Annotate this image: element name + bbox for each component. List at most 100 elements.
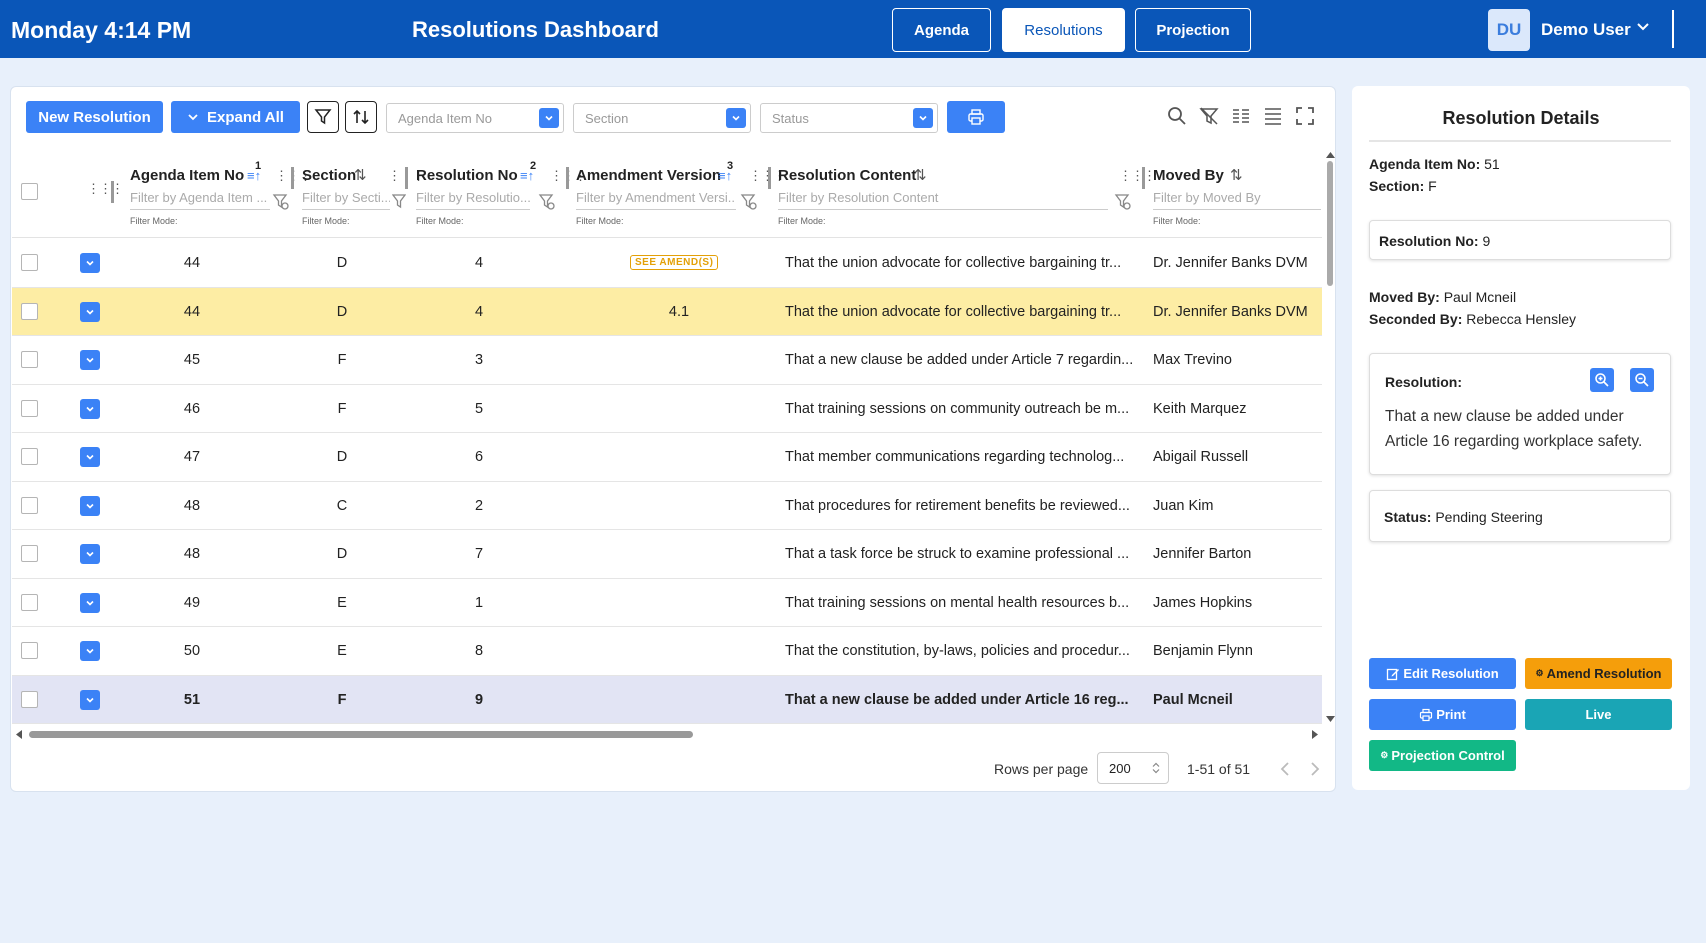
scroll-right-icon[interactable] <box>1311 730 1319 739</box>
new-resolution-button[interactable]: New Resolution <box>26 101 163 133</box>
fullscreen-icon[interactable] <box>1294 105 1316 127</box>
filter-mode-icon[interactable] <box>272 193 290 211</box>
rows-per-page-select[interactable]: 200 <box>1097 752 1169 784</box>
zoom-in-button[interactable] <box>1590 368 1614 392</box>
sort-icon[interactable]: ⇅ <box>354 166 367 184</box>
expand-row-button[interactable] <box>80 301 100 322</box>
row-checkbox[interactable] <box>21 642 38 659</box>
column-header-moved-by[interactable]: Moved By ⇅ Filter by Moved By Filter Mod… <box>1153 148 1321 238</box>
row-checkbox[interactable] <box>21 351 38 368</box>
column-header-amendment-version[interactable]: Amendment Version ≡↑ 3 ⋮⋮⋮ Filter by Ame… <box>576 148 786 238</box>
filter-mode-icon[interactable] <box>1114 193 1132 211</box>
nav-projection-button[interactable]: Projection <box>1135 8 1251 52</box>
table-row[interactable]: 48 D 7 That a task force be struck to exami… <box>12 530 1322 579</box>
column-divider[interactable] <box>768 167 771 189</box>
row-checkbox[interactable] <box>21 254 38 271</box>
table-row[interactable]: 45 F 3 That a new clause be added under Art… <box>12 336 1322 385</box>
expand-row-button[interactable] <box>80 253 100 273</box>
grip-icon[interactable]: ⋮⋮⋮ <box>87 181 124 197</box>
print-resolution-button[interactable]: Print <box>1369 699 1516 730</box>
filter-mode-icon[interactable] <box>392 193 406 211</box>
filter-mode-icon[interactable] <box>538 193 556 211</box>
scroll-up-icon[interactable] <box>1326 151 1335 159</box>
columns-icon[interactable] <box>1230 105 1252 127</box>
search-icon[interactable] <box>1166 105 1188 127</box>
see-amendments-badge[interactable]: SEE AMEND(S) <box>630 255 719 270</box>
column-header-section[interactable]: Section ⇅ ⋮⋮⋮ Filter by Secti... Filter … <box>302 148 425 238</box>
column-divider[interactable] <box>291 167 294 189</box>
resolution-text: That a new clause be added under Article… <box>1385 408 1643 450</box>
edit-resolution-button[interactable]: Edit Resolution <box>1369 658 1516 689</box>
scroll-down-icon[interactable] <box>1326 715 1335 723</box>
column-label: Resolution No <box>416 167 518 184</box>
sort-toggle-button[interactable] <box>345 101 377 133</box>
projection-control-button[interactable]: ⚙ Projection Control <box>1369 740 1516 771</box>
row-checkbox[interactable] <box>21 302 38 320</box>
clear-filters-icon[interactable] <box>1198 105 1220 127</box>
scroll-thumb[interactable] <box>29 731 693 738</box>
expand-row-button[interactable] <box>80 689 100 710</box>
filter-agenda-input[interactable]: Filter by Agenda Item ... <box>130 190 270 210</box>
filter-section-input[interactable]: Filter by Secti... <box>302 190 390 210</box>
expand-row-button[interactable] <box>80 592 100 613</box>
table-row[interactable]: 46 F 5 That training sessions on community … <box>12 385 1322 433</box>
filter-mode-icon[interactable] <box>740 193 758 211</box>
select-all-checkbox[interactable] <box>21 183 38 200</box>
horizontal-scrollbar[interactable] <box>15 728 1321 740</box>
chevron-down-icon <box>86 406 94 412</box>
table-row[interactable]: 47 D 6 That member communications regarding… <box>12 433 1322 482</box>
vertical-scrollbar[interactable] <box>1325 151 1335 723</box>
scroll-left-icon[interactable] <box>15 730 23 739</box>
filter-amendment-input[interactable]: Filter by Amendment Versi... <box>576 190 736 210</box>
filter-moved-by-input[interactable]: Filter by Moved By <box>1153 190 1321 210</box>
next-page-icon[interactable] <box>1308 761 1322 777</box>
column-header-resolution-no[interactable]: Resolution No ≡↑ 2 ⋮⋮⋮ Filter by Resolut… <box>416 148 587 238</box>
column-header-agenda-item-no[interactable]: Agenda Item No ≡↑ 1 ⋮⋮⋮ Filter by Agenda… <box>120 148 312 238</box>
amend-resolution-button[interactable]: ⚙ Amend Resolution <box>1525 658 1672 689</box>
column-divider[interactable] <box>1142 167 1145 189</box>
column-divider[interactable] <box>405 167 408 189</box>
row-checkbox[interactable] <box>21 496 38 514</box>
column-divider[interactable] <box>111 181 114 203</box>
row-checkbox[interactable] <box>21 448 38 465</box>
nav-resolutions-button[interactable]: Resolutions <box>1002 8 1125 52</box>
avatar[interactable]: DU <box>1488 9 1530 51</box>
zoom-out-button[interactable] <box>1630 368 1654 392</box>
expand-row-button[interactable] <box>80 495 100 516</box>
filter-resolution-input[interactable]: Filter by Resolutio... <box>416 190 530 210</box>
nav-agenda-button[interactable]: Agenda <box>892 8 991 52</box>
section-select[interactable]: Section <box>573 103 751 133</box>
expand-row-button[interactable] <box>80 544 100 564</box>
row-checkbox[interactable] <box>21 545 38 562</box>
table-row[interactable]: 48 C 2 That procedures for retirement benef… <box>12 482 1322 530</box>
table-row[interactable]: 49 E 1 That training sessions on mental hea… <box>12 579 1322 627</box>
previous-page-icon[interactable] <box>1278 761 1292 777</box>
print-table-button[interactable] <box>947 101 1005 133</box>
sort-icon[interactable]: ⇅ <box>914 166 927 184</box>
expand-row-button[interactable] <box>80 447 100 467</box>
table-row[interactable]: 44 D 4 4.1 That the union advocate for colle… <box>12 287 1322 336</box>
agenda-item-select[interactable]: Agenda Item No <box>386 103 564 133</box>
chevron-down-icon[interactable] <box>1635 18 1651 34</box>
row-checkbox[interactable] <box>21 593 38 611</box>
density-icon[interactable] <box>1262 105 1284 127</box>
table-row[interactable]: 44 D 4 That the union advocate for collecti… <box>12 239 1322 288</box>
row-checkbox[interactable] <box>21 399 38 417</box>
sort-icon[interactable]: ⇅ <box>1230 166 1243 184</box>
expand-all-button[interactable]: Expand All <box>171 101 300 133</box>
scroll-thumb[interactable] <box>1327 161 1333 286</box>
live-button[interactable]: Live <box>1525 699 1672 730</box>
filter-content-input[interactable]: Filter by Resolution Content <box>778 190 1108 210</box>
column-header-resolution-content[interactable]: Resolution Content ⇅ ⋮⋮⋮ Filter by Resol… <box>778 148 1156 238</box>
grip-icon[interactable]: ⋮⋮⋮ <box>1119 168 1156 184</box>
filter-toggle-button[interactable] <box>307 101 339 133</box>
column-divider[interactable] <box>566 167 569 189</box>
expand-row-button[interactable] <box>80 641 100 661</box>
row-checkbox[interactable] <box>21 690 38 708</box>
expand-row-button[interactable] <box>80 350 100 370</box>
table-row[interactable]: 50 E 8 That the constitution, by-laws, poli… <box>12 627 1322 676</box>
status-select[interactable]: Status <box>760 103 938 133</box>
user-name[interactable]: Demo User <box>1541 20 1631 40</box>
expand-row-button[interactable] <box>80 398 100 419</box>
table-row[interactable]: 51 F 9 That a new clause be added under Art… <box>12 675 1322 724</box>
